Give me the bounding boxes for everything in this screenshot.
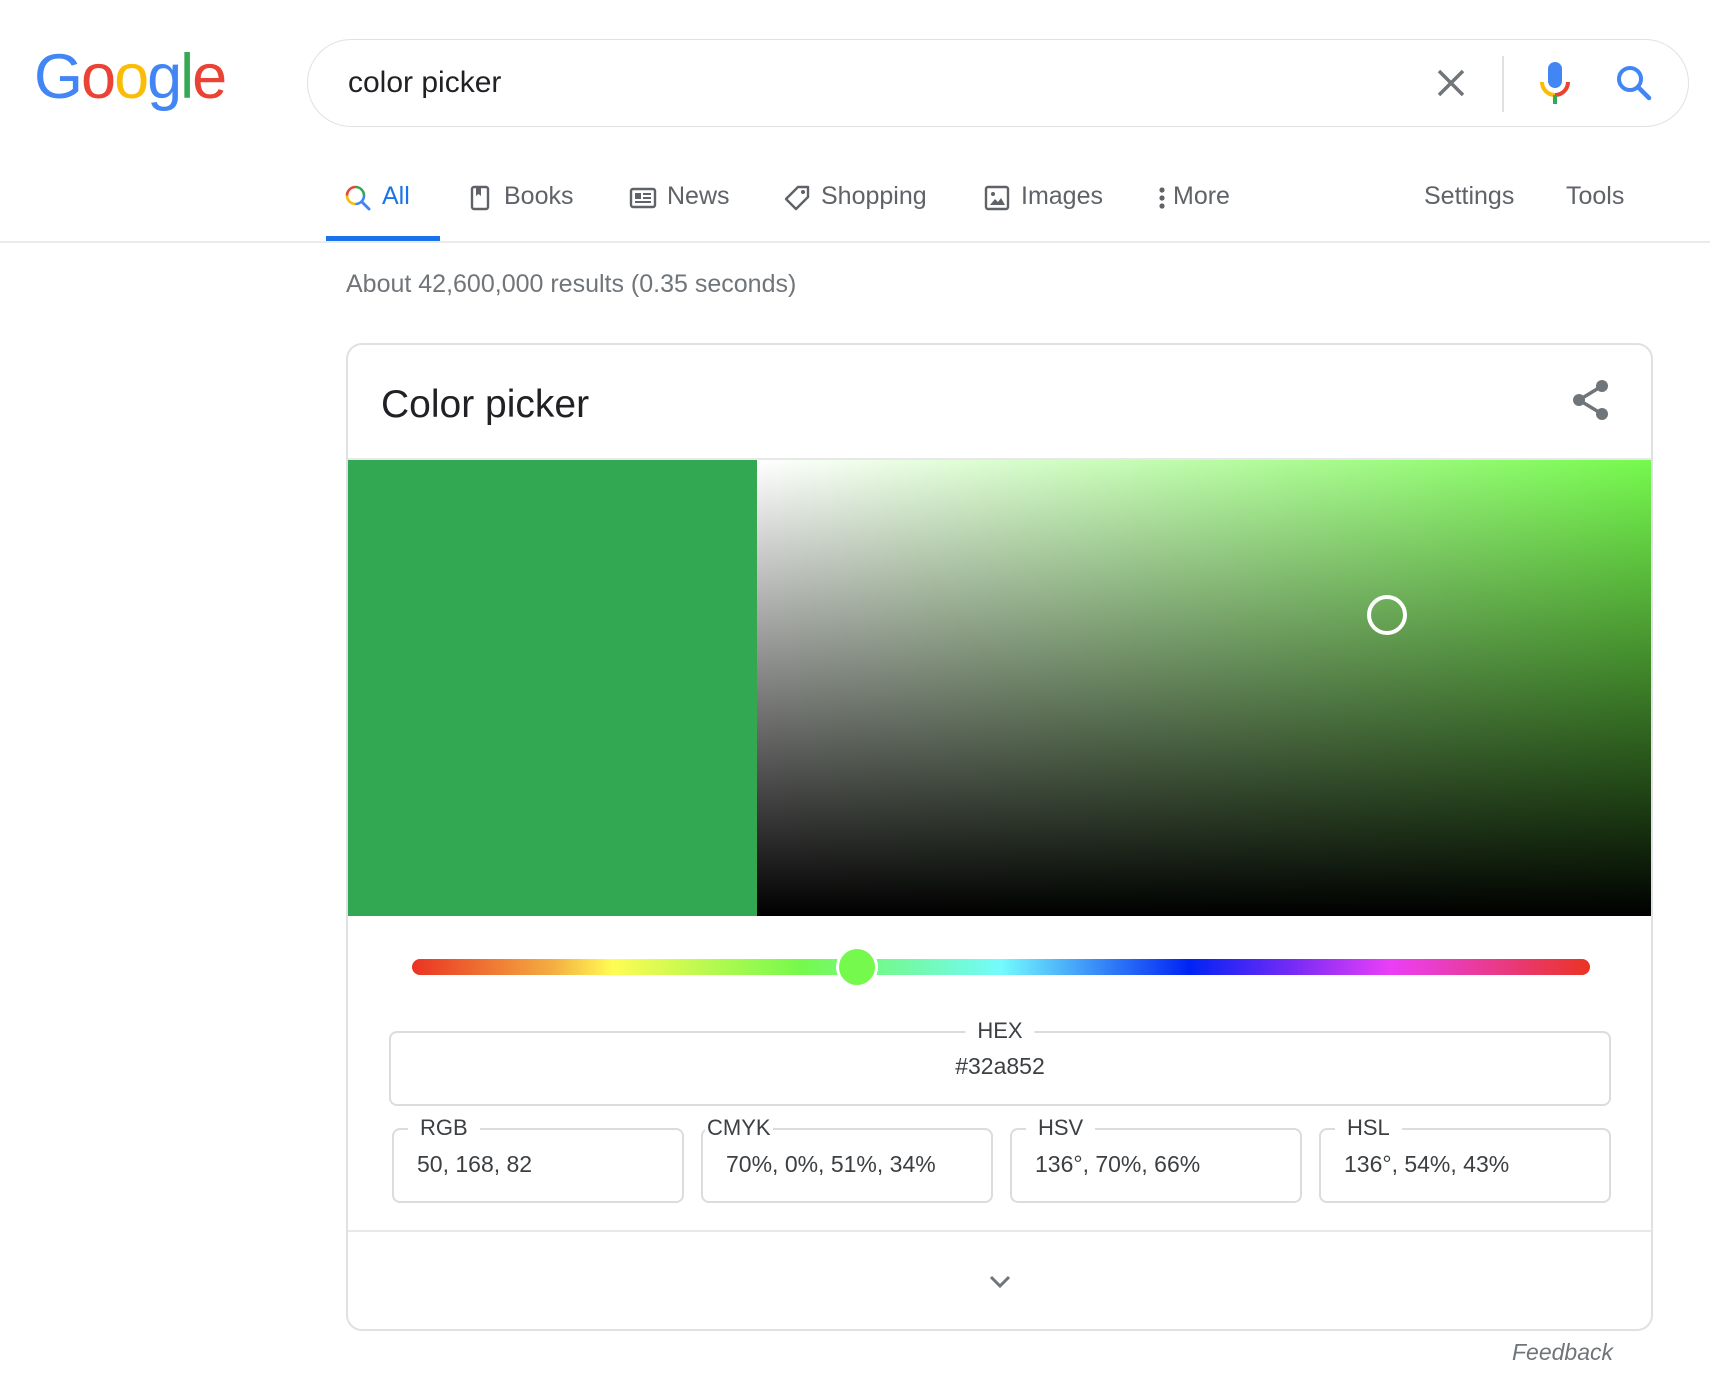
settings-link[interactable]: Settings: [1424, 170, 1514, 242]
share-button[interactable]: [1566, 375, 1616, 425]
tab-news[interactable]: News: [629, 170, 730, 242]
search-icon: [1617, 66, 1652, 101]
logo-letter: e: [192, 42, 227, 112]
tab-label: Shopping: [821, 182, 927, 210]
search-icon: [344, 184, 372, 212]
search-box: color picker: [307, 39, 1689, 127]
hsl-input[interactable]: 136°, 54%, 43%: [1344, 1151, 1509, 1178]
newspaper-icon: [629, 184, 657, 212]
hex-input[interactable]: #32a852: [391, 1053, 1609, 1080]
search-button[interactable]: [1613, 62, 1655, 104]
settings-label: Settings: [1424, 182, 1515, 210]
cmyk-label: CMYK: [705, 1113, 773, 1143]
sv-selector-handle[interactable]: [1367, 595, 1407, 636]
cmyk-field[interactable]: CMYK 70%, 0%, 51%, 34%: [701, 1113, 993, 1203]
voice-search-button[interactable]: [1535, 60, 1575, 108]
hue-slider-thumb[interactable]: [836, 946, 879, 988]
search-box-divider: [1502, 56, 1504, 112]
logo-letter: o: [81, 42, 116, 112]
google-logo[interactable]: Google: [34, 42, 227, 112]
search-input[interactable]: color picker: [348, 40, 501, 126]
feedback-link[interactable]: Feedback: [1512, 1339, 1613, 1366]
tabs-divider: [0, 241, 1710, 243]
hue-slider[interactable]: [412, 959, 1590, 975]
image-icon: [983, 184, 1011, 212]
microphone-icon: [1540, 62, 1570, 104]
hsv-label: HSV: [1026, 1113, 1096, 1143]
rgb-input[interactable]: 50, 168, 82: [417, 1151, 532, 1178]
tab-images[interactable]: Images: [983, 170, 1103, 242]
tools-label: Tools: [1566, 182, 1625, 210]
selected-color-swatch: [348, 460, 757, 916]
tab-more[interactable]: More: [1155, 170, 1230, 242]
results-stats: About 42,600,000 results (0.35 seconds): [346, 270, 797, 298]
expand-button[interactable]: [348, 1232, 1651, 1329]
tab-books[interactable]: Books: [466, 170, 573, 242]
hsv-field[interactable]: HSV 136°, 70%, 66%: [1010, 1113, 1302, 1203]
tab-shopping[interactable]: Shopping: [783, 170, 927, 242]
rgb-field[interactable]: RGB 50, 168, 82: [392, 1113, 684, 1203]
more-vert-icon: [1155, 184, 1169, 212]
clear-search-button[interactable]: [1432, 64, 1470, 102]
tag-icon: [783, 184, 811, 212]
logo-letter: G: [34, 42, 83, 112]
hsv-input[interactable]: 136°, 70%, 66%: [1035, 1151, 1200, 1178]
tools-link[interactable]: Tools: [1566, 170, 1624, 242]
rgb-label: RGB: [408, 1113, 480, 1143]
logo-letter: o: [114, 42, 149, 112]
chevron-down-icon: [989, 1275, 1010, 1288]
saturation-value-area[interactable]: [757, 460, 1651, 916]
hex-label: HEX: [965, 1016, 1035, 1046]
tab-label: News: [667, 182, 730, 210]
tab-label: More: [1173, 182, 1230, 210]
tab-all[interactable]: All: [344, 170, 410, 242]
book-icon: [466, 184, 494, 212]
cmyk-input[interactable]: 70%, 0%, 51%, 34%: [726, 1151, 936, 1178]
hsl-field[interactable]: HSL 136°, 54%, 43%: [1319, 1113, 1611, 1203]
sv-black-overlay: [757, 460, 1651, 916]
color-picker-card: Color picker HEX #32a852 RGB 50, 168, 82…: [346, 343, 1653, 1331]
logo-letter: l: [180, 42, 194, 112]
share-icon: [1573, 380, 1608, 420]
tab-label: All: [382, 182, 410, 210]
card-title: Color picker: [381, 383, 590, 426]
search-tabs: All Books News Shopping Images More Sett…: [0, 170, 1710, 242]
hex-field[interactable]: HEX #32a852: [389, 1016, 1611, 1106]
logo-letter: g: [147, 42, 182, 112]
hsl-label: HSL: [1335, 1113, 1402, 1143]
close-icon: [1437, 69, 1465, 97]
tab-label: Images: [1021, 182, 1103, 210]
tab-label: Books: [504, 182, 574, 210]
